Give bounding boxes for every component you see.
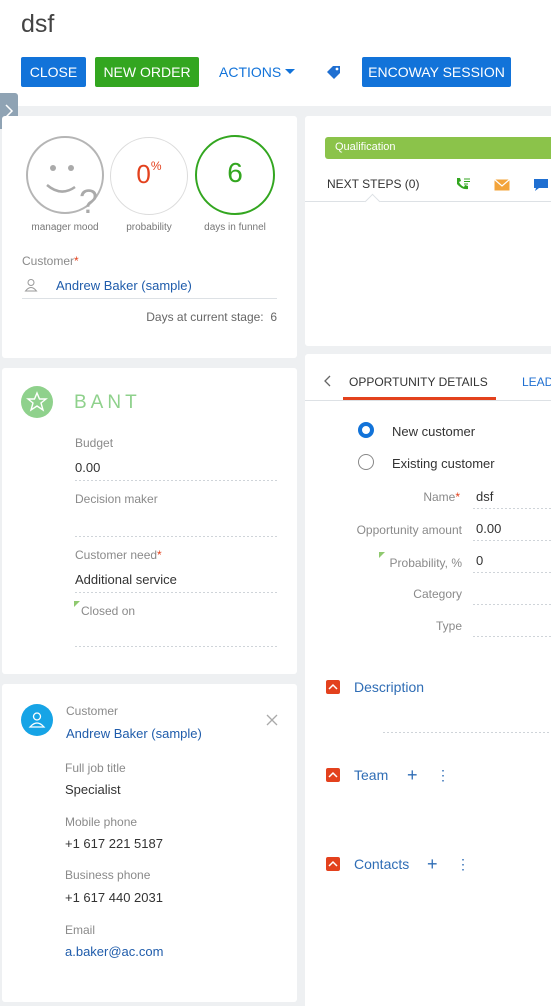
field-underline	[75, 480, 278, 481]
existing-customer-label: Existing customer	[392, 456, 495, 471]
more-icon[interactable]: ⋮	[436, 768, 450, 782]
details-panel: OPPORTUNITY DETAILS LEAD New customer Ex…	[305, 354, 551, 1006]
email-label: Email	[65, 923, 96, 937]
phone-icon[interactable]	[455, 177, 471, 191]
bant-title: BANT	[74, 392, 141, 413]
business-phone-label: Business phone	[65, 868, 151, 882]
actions-label: ACTIONS	[219, 64, 282, 80]
encoway-session-button[interactable]: ENCOWAY SESSION	[362, 57, 511, 87]
field-underline	[383, 732, 551, 733]
description-collapse-button[interactable]	[326, 680, 340, 694]
field-underline	[75, 646, 278, 647]
days-at-stage: Days at current stage: 6	[146, 310, 277, 324]
collapse-icon	[328, 683, 338, 690]
mobile-phone-label: Mobile phone	[65, 815, 138, 829]
plus-icon[interactable]: +	[407, 766, 418, 784]
amount-label: Opportunity amount	[356, 523, 462, 537]
stage-label: Qualification	[335, 141, 396, 153]
amount-field[interactable]: 0.00	[476, 521, 501, 536]
email-icon[interactable]	[494, 179, 510, 191]
customer-link[interactable]: Andrew Baker (sample)	[56, 278, 192, 293]
decision-maker-label: Decision maker	[75, 492, 158, 506]
name-field[interactable]: dsf	[476, 489, 493, 504]
tab-opportunity-details[interactable]: OPPORTUNITY DETAILS	[349, 375, 488, 389]
star-badge-icon	[21, 386, 53, 418]
field-underline	[75, 536, 278, 537]
name-label: Name*	[423, 490, 460, 504]
email-link[interactable]: a.baker@ac.com	[65, 944, 163, 959]
probability-value: 0	[136, 159, 151, 189]
chevron-left-icon[interactable]	[323, 375, 331, 387]
bant-card: BANT Budget 0.00 Decision maker Customer…	[2, 368, 297, 674]
smiley-question-icon[interactable]: ?	[25, 135, 105, 215]
close-button[interactable]: CLOSE	[21, 57, 86, 87]
new-customer-label: New customer	[392, 424, 476, 439]
more-icon[interactable]: ⋮	[456, 857, 470, 871]
divider	[305, 201, 551, 202]
close-icon[interactable]	[266, 714, 278, 726]
mobile-phone-value[interactable]: +1 617 221 5187	[65, 836, 163, 851]
existing-customer-radio[interactable]	[358, 454, 374, 470]
probability-field[interactable]: 0	[476, 553, 483, 568]
field-underline	[75, 592, 278, 593]
hint-marker	[379, 552, 385, 558]
indicators-card: ? manager mood 0% probability 6 days in …	[2, 116, 297, 358]
contact-customer-label: Customer	[66, 704, 119, 718]
probability-label: probability	[126, 222, 172, 233]
tab-leads[interactable]: LEAD	[522, 375, 551, 389]
probability-unit: %	[150, 159, 162, 173]
chevron-down-icon	[285, 69, 296, 75]
new-order-button[interactable]: NEW ORDER	[95, 57, 199, 87]
page-title: dsf	[21, 10, 55, 38]
days-in-funnel-label: days in funnel	[204, 222, 266, 233]
contacts-collapse-button[interactable]	[326, 857, 340, 871]
probability-field-label: Probability, %	[389, 556, 462, 570]
person-avatar-icon	[21, 704, 53, 736]
manager-mood-label: manager mood	[31, 222, 99, 233]
customer-need-field[interactable]: Additional service	[75, 572, 177, 587]
contact-name-link[interactable]: Andrew Baker (sample)	[66, 726, 202, 741]
field-underline	[473, 604, 551, 605]
tag-icon[interactable]	[326, 65, 342, 79]
business-phone-value[interactable]: +1 617 440 2031	[65, 890, 163, 905]
customer-label: Customer*	[22, 254, 79, 268]
type-label: Type	[435, 619, 462, 633]
closed-on-label: Closed on	[81, 604, 136, 618]
stage-bar[interactable]: Qualification	[325, 137, 551, 159]
description-section-title[interactable]: Description	[354, 679, 424, 695]
customer-need-label: Customer need*	[75, 548, 162, 562]
contacts-section-title[interactable]: Contacts	[354, 856, 409, 872]
job-title-label: Full job title	[65, 761, 126, 775]
field-underline	[473, 636, 551, 637]
svg-text:?: ?	[79, 183, 98, 215]
stage-panel: Qualification NEXT STEPS (0)	[305, 116, 551, 346]
field-underline	[473, 508, 551, 509]
field-underline	[473, 540, 551, 541]
probability-indicator: 0%	[110, 159, 188, 190]
category-label: Category	[413, 587, 462, 601]
divider	[22, 298, 277, 299]
budget-field[interactable]: 0.00	[75, 460, 100, 475]
next-steps-tab[interactable]: NEXT STEPS (0)	[327, 177, 419, 191]
user-icon	[24, 279, 38, 292]
tab-pointer	[364, 193, 381, 210]
budget-label: Budget	[75, 436, 114, 450]
page-header: dsf CLOSE NEW ORDER ACTIONS ENCOWAY SESS…	[0, 0, 551, 106]
chat-icon[interactable]	[533, 178, 549, 192]
plus-icon[interactable]: +	[427, 855, 438, 873]
hint-marker	[74, 601, 80, 607]
collapse-icon	[328, 771, 338, 778]
team-section-title[interactable]: Team	[354, 767, 388, 783]
new-customer-radio[interactable]	[358, 422, 374, 438]
days-in-funnel-value: 6	[227, 157, 243, 188]
field-underline	[473, 572, 551, 573]
job-title-value: Specialist	[65, 782, 121, 797]
actions-dropdown[interactable]: ACTIONS	[219, 57, 296, 87]
contact-card: Customer Andrew Baker (sample) Full job …	[2, 684, 297, 1002]
divider	[305, 400, 551, 401]
collapse-icon	[328, 860, 338, 867]
team-collapse-button[interactable]	[326, 768, 340, 782]
